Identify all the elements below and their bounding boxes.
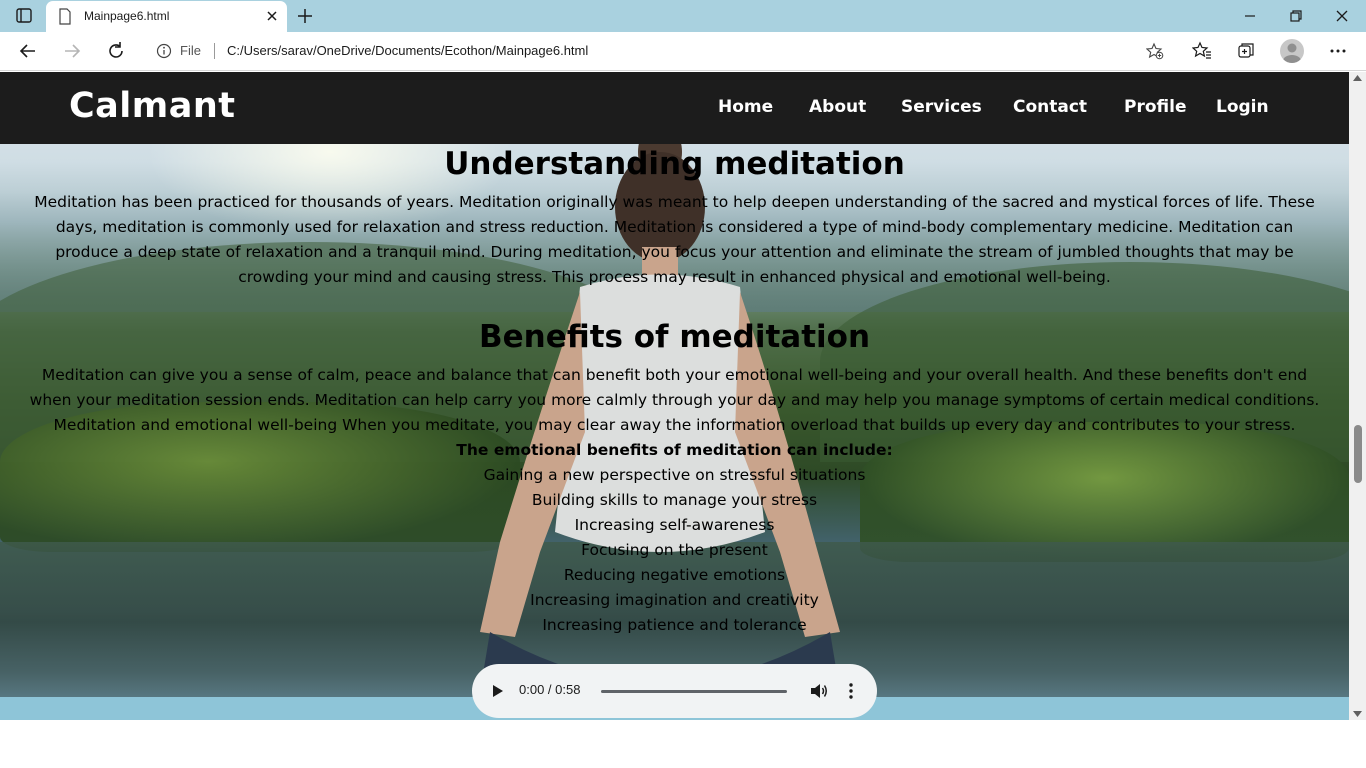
close-tab-icon[interactable] — [265, 9, 279, 23]
brand-logo[interactable]: Calmant — [69, 86, 236, 126]
nav-home[interactable]: Home — [718, 97, 773, 117]
document-icon — [59, 8, 71, 25]
nav-services[interactable]: Services — [901, 97, 982, 117]
benefits-list-title: The emotional benefits of meditation can… — [456, 441, 893, 459]
site-header: Calmant Home About Services Contact Prof… — [0, 72, 1349, 144]
paragraph-line: crowding your mind and causing stress. T… — [238, 268, 1111, 286]
address-separator — [214, 43, 215, 59]
paragraph-line: Meditation can give you a sense of calm,… — [41, 366, 1308, 384]
list-item: Gaining a new perspective on stressful s… — [483, 466, 866, 484]
list-item: Focusing on the present — [581, 541, 768, 559]
restore-icon[interactable] — [1288, 8, 1304, 24]
benefits-heading: Benefits of meditation — [478, 319, 871, 355]
back-arrow-icon[interactable] — [17, 40, 39, 62]
scroll-up-arrow-icon[interactable] — [1353, 75, 1362, 81]
audio-time: 0:00 / 0:58 — [519, 682, 581, 697]
scroll-down-arrow-icon[interactable] — [1353, 711, 1362, 717]
list-item: Increasing self-awareness — [574, 516, 775, 534]
volume-icon[interactable] — [809, 682, 829, 700]
list-item: Building skills to manage your stress — [531, 491, 818, 509]
favorites-icon[interactable] — [1192, 41, 1212, 61]
refresh-icon[interactable] — [105, 40, 127, 62]
nav-login[interactable]: Login — [1216, 97, 1269, 117]
forward-arrow-icon[interactable] — [61, 40, 83, 62]
audio-seek-bar[interactable] — [601, 690, 787, 693]
play-icon[interactable] — [490, 683, 504, 699]
new-tab-icon[interactable] — [294, 6, 316, 26]
audio-player[interactable]: 0:00 / 0:58 — [472, 664, 877, 718]
profile-avatar[interactable] — [1280, 39, 1304, 63]
page-viewport: Calmant Home About Services Contact Prof… — [0, 72, 1349, 720]
tab-actions-icon[interactable] — [12, 6, 36, 26]
info-icon[interactable] — [156, 43, 172, 59]
url-text[interactable]: C:/Users/sarav/OneDrive/Documents/Ecotho… — [227, 43, 588, 58]
understanding-heading: Understanding meditation — [444, 146, 905, 182]
tab-title: Mainpage6.html — [84, 9, 170, 23]
browser-toolbar: File C:/Users/sarav/OneDrive/Documents/E… — [0, 32, 1366, 71]
user-icon — [1283, 43, 1301, 63]
nav-profile[interactable]: Profile — [1124, 97, 1186, 117]
nav-about[interactable]: About — [809, 97, 866, 117]
nav-contact[interactable]: Contact — [1013, 97, 1087, 117]
collections-icon[interactable] — [1236, 41, 1256, 61]
browser-tab[interactable]: Mainpage6.html — [46, 1, 287, 32]
more-horizontal-icon[interactable] — [1328, 41, 1348, 61]
paragraph-line: days, meditation is commonly used for re… — [55, 218, 1294, 236]
list-item: Increasing patience and tolerance — [542, 616, 807, 634]
paragraph-line: Meditation and emotional well-being When… — [53, 416, 1296, 434]
browser-tab-bar: Mainpage6.html — [0, 0, 1366, 32]
more-vertical-icon[interactable] — [848, 682, 854, 700]
address-bar[interactable]: File C:/Users/sarav/OneDrive/Documents/E… — [144, 36, 1176, 66]
window-bottom-strip — [0, 720, 1366, 768]
paragraph-line: produce a deep state of relaxation and a… — [55, 243, 1294, 261]
paragraph-line: Meditation has been practiced for thousa… — [34, 193, 1315, 211]
close-window-icon[interactable] — [1334, 8, 1350, 24]
page-scrollbar[interactable] — [1349, 72, 1366, 720]
minimize-icon[interactable] — [1242, 8, 1258, 24]
list-item: Increasing imagination and creativity — [530, 591, 819, 609]
address-prefix: File — [180, 43, 201, 58]
list-item: Reducing negative emotions — [563, 566, 786, 584]
paragraph-line: when your meditation session ends. Medit… — [29, 391, 1320, 409]
add-favorite-icon[interactable] — [1146, 42, 1164, 60]
scrollbar-thumb[interactable] — [1354, 425, 1362, 483]
